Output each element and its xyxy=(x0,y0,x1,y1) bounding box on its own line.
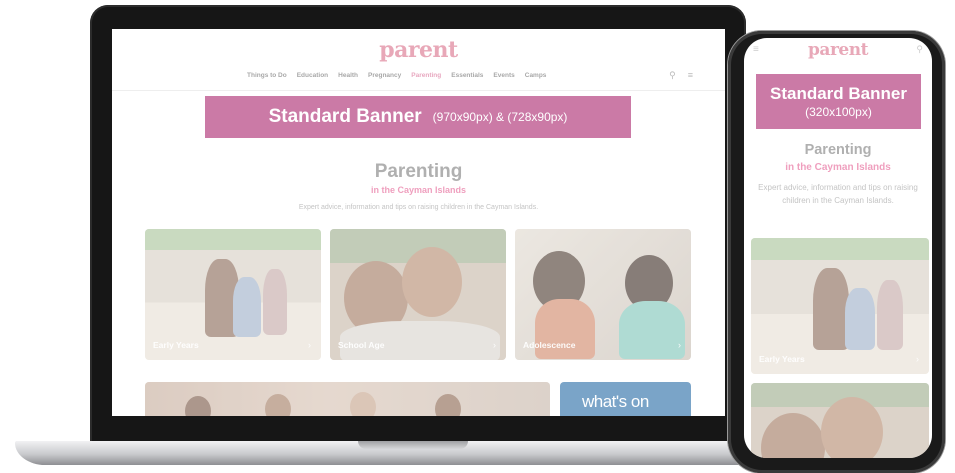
card-children-group[interactable] xyxy=(145,382,550,416)
card-school-age[interactable]: School Age › xyxy=(330,229,506,360)
mobile-standard-banner[interactable]: Standard Banner (320x100px) xyxy=(756,74,921,129)
page-description: Expert advice, information and tips on r… xyxy=(758,183,918,205)
whats-on-logo: what's on xyxy=(582,392,649,411)
nav-item-pregnancy[interactable]: Pregnancy xyxy=(368,72,401,79)
search-icon[interactable]: ⚲ xyxy=(669,70,676,81)
card-early-years[interactable]: Early Years › xyxy=(751,238,929,374)
site-header: parent Things to Do Education Health Pre… xyxy=(112,29,725,91)
card-early-years[interactable]: Early Years › xyxy=(145,229,321,360)
page-subtitle: in the Cayman Islands xyxy=(370,185,467,195)
chevron-right-icon: › xyxy=(916,354,919,364)
card-label: Early Years xyxy=(153,340,199,350)
banner-title: Standard Banner xyxy=(770,83,907,103)
nav-item-parenting[interactable]: Parenting xyxy=(411,72,441,79)
desktop-standard-banner[interactable]: Standard Banner (970x90px) & (728x90px) xyxy=(205,96,631,138)
card-label: Early Years xyxy=(759,354,805,364)
banner-title: Standard Banner xyxy=(268,106,422,127)
banner-size: (970x90px) & (728x90px) xyxy=(432,110,568,124)
nav-item-things-to-do[interactable]: Things to Do xyxy=(247,72,287,79)
site-logo[interactable]: parent xyxy=(744,40,932,60)
nav-item-essentials[interactable]: Essentials xyxy=(451,72,483,79)
nav-item-education[interactable]: Education xyxy=(297,72,328,79)
nav-item-events[interactable]: Events xyxy=(493,72,514,79)
card-adolescence[interactable]: Adolescence › xyxy=(515,229,691,360)
card-label: School Age xyxy=(338,340,385,350)
page-title: Parenting xyxy=(804,142,872,158)
chevron-right-icon: › xyxy=(678,340,681,350)
laptop-notch xyxy=(358,441,468,449)
device-mockup: parent Things to Do Education Health Pre… xyxy=(0,0,955,473)
nav-item-camps[interactable]: Camps xyxy=(525,72,547,79)
card-school-age[interactable] xyxy=(751,383,929,458)
card-label: Adolescence xyxy=(523,340,576,350)
page-description: Expert advice, information and tips on r… xyxy=(298,204,539,211)
search-icon[interactable]: ⚲ xyxy=(916,44,923,55)
chevron-right-icon: › xyxy=(308,340,311,350)
banner-size: (320x100px) xyxy=(805,104,872,119)
laptop-screen: parent Things to Do Education Health Pre… xyxy=(112,29,725,416)
header-icons: ⚲ ≡ xyxy=(669,70,693,81)
phone-screen: ≡ parent ⚲ Standard Banner (320x100px) P… xyxy=(744,38,932,458)
main-nav: Things to Do Education Health Pregnancy … xyxy=(247,72,546,79)
chevron-right-icon: › xyxy=(493,340,496,350)
page-title: Parenting xyxy=(374,161,463,182)
card-whats-on[interactable]: what's on xyxy=(560,382,691,416)
page-subtitle: in the Cayman Islands xyxy=(785,162,891,173)
hamburger-menu-icon[interactable]: ≡ xyxy=(688,70,693,81)
nav-item-health[interactable]: Health xyxy=(338,72,358,79)
site-logo[interactable]: parent xyxy=(112,37,725,63)
